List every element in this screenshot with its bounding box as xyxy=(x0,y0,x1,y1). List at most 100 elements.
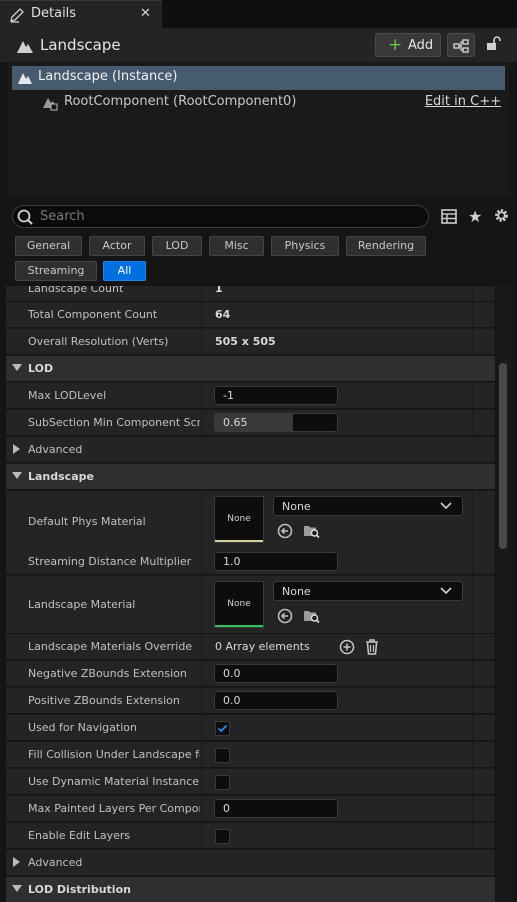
filter-actor[interactable]: Actor xyxy=(89,236,145,256)
table-view-icon[interactable] xyxy=(441,209,457,228)
chevron-down-icon xyxy=(440,586,452,599)
landscape-material-combo[interactable]: None xyxy=(273,581,463,601)
property-name: Used for Navigation xyxy=(28,721,137,734)
hierarchy-icon xyxy=(453,38,469,57)
property-name: Default Phys Material xyxy=(28,515,146,528)
property-name: Positive ZBounds Extension xyxy=(28,694,180,707)
positive-z-input[interactable]: 0.0 xyxy=(214,691,338,710)
landscape-icon xyxy=(17,70,33,89)
property-name: Max Painted Layers Per Compon... xyxy=(28,802,200,815)
expand-arrow-icon xyxy=(12,472,22,479)
category-lod-distribution[interactable]: LOD Distribution xyxy=(6,877,495,902)
slider-value: 0.65 xyxy=(223,416,248,429)
collapsed-arrow-icon xyxy=(13,444,20,454)
scrollbar-thumb[interactable] xyxy=(499,363,507,549)
tab-details[interactable]: Details ✕ xyxy=(0,0,162,28)
tab-title: Details xyxy=(31,6,77,21)
scene-component-icon xyxy=(42,95,58,115)
landscape-advanced-toggle[interactable]: Advanced xyxy=(6,850,495,876)
add-element-icon[interactable] xyxy=(339,639,355,659)
chevron-down-icon xyxy=(440,501,452,514)
filter-misc[interactable]: Misc xyxy=(209,236,264,256)
lock-icon[interactable] xyxy=(484,36,502,56)
property-name: Total Component Count xyxy=(28,308,158,321)
property-row-default-phys-material: Default Phys Material None None xyxy=(6,491,495,555)
trash-icon[interactable] xyxy=(365,639,379,659)
add-label: Add xyxy=(408,38,434,53)
combo-value: None xyxy=(282,500,311,513)
property-name: SubSection Min Component Scre... xyxy=(28,416,200,429)
property-row: Landscape Count 1 xyxy=(6,286,495,302)
max-lod-level-input[interactable]: -1 xyxy=(214,386,338,405)
property-row-enable-edit-layers: Enable Edit Layers xyxy=(6,823,495,849)
subsection-min-slider[interactable]: 0.65 xyxy=(214,413,338,432)
max-painted-layers-input[interactable]: 0 xyxy=(214,799,338,818)
tree-item-root-component[interactable]: RootComponent (RootComponent0) Edit in C… xyxy=(12,90,505,114)
property-row-negative-z: Negative ZBounds Extension 0.0 xyxy=(6,661,495,687)
use-selected-asset-icon[interactable] xyxy=(277,523,293,543)
filter-streaming[interactable]: Streaming xyxy=(15,261,97,281)
category-title: LOD xyxy=(28,362,54,375)
category-landscape[interactable]: Landscape xyxy=(6,464,495,490)
dynamic-material-checkbox[interactable] xyxy=(215,775,230,790)
property-name: Enable Edit Layers xyxy=(28,829,131,842)
property-row-dynamic-material: Use Dynamic Material Instance xyxy=(6,769,495,795)
category-title: LOD Distribution xyxy=(28,883,131,896)
plus-icon: + xyxy=(388,35,403,55)
property-row-overall-resolution: Overall Resolution (Verts) 505 x 505 xyxy=(6,329,495,355)
search-input[interactable] xyxy=(40,206,420,226)
advanced-label: Advanced xyxy=(28,443,83,456)
browse-asset-icon[interactable] xyxy=(303,523,320,543)
negative-z-input[interactable]: 0.0 xyxy=(214,664,338,683)
property-name: Max LODLevel xyxy=(28,389,107,402)
landscape-material-thumbnail[interactable]: None xyxy=(214,581,264,628)
filter-physics[interactable]: Physics xyxy=(271,236,339,256)
fill-collision-checkbox[interactable] xyxy=(215,748,230,763)
filter-lod[interactable]: LOD xyxy=(152,236,202,256)
filter-all[interactable]: All xyxy=(103,261,146,281)
tree-item-label: RootComponent (RootComponent0) xyxy=(64,94,297,109)
add-component-button[interactable]: + Add xyxy=(375,33,441,57)
thumbnail-label: None xyxy=(227,599,251,609)
phys-material-thumbnail[interactable]: None xyxy=(214,496,264,543)
property-value: 1 xyxy=(215,286,223,295)
property-value: 505 x 505 xyxy=(215,335,276,348)
category-lod[interactable]: LOD xyxy=(6,356,495,382)
close-icon[interactable]: ✕ xyxy=(140,6,151,21)
combo-value: None xyxy=(282,585,311,598)
property-row-materials-override: Landscape Materials Override 0 Array ele… xyxy=(6,634,495,660)
property-row-subsection-min: SubSection Min Component Scre... 0.65 xyxy=(6,410,495,436)
property-name: Overall Resolution (Verts) xyxy=(28,335,169,348)
property-name: Landscape Count xyxy=(28,286,124,295)
browse-asset-icon[interactable] xyxy=(303,608,320,628)
streaming-distance-input[interactable]: 1.0 xyxy=(214,552,338,571)
property-name: Landscape Material xyxy=(28,598,136,611)
used-for-navigation-checkbox[interactable] xyxy=(215,721,230,736)
landscape-icon xyxy=(16,38,34,58)
tree-item-landscape-instance[interactable]: Landscape (Instance) xyxy=(12,66,505,90)
category-title: Landscape xyxy=(28,470,94,483)
lod-advanced-toggle[interactable]: Advanced xyxy=(6,437,495,463)
enable-edit-layers-checkbox[interactable] xyxy=(215,829,230,844)
expand-arrow-icon xyxy=(12,364,22,371)
filter-rendering[interactable]: Rendering xyxy=(346,236,426,256)
property-value: 64 xyxy=(215,308,231,321)
advanced-label: Advanced xyxy=(28,856,83,869)
actor-title: Landscape xyxy=(40,36,121,54)
expand-arrow-icon xyxy=(12,885,22,892)
gear-icon[interactable] xyxy=(493,207,510,228)
favorites-star-icon[interactable]: ★ xyxy=(468,207,482,226)
phys-material-combo[interactable]: None xyxy=(273,496,463,516)
use-selected-asset-icon[interactable] xyxy=(277,608,293,628)
filter-general[interactable]: General xyxy=(15,236,82,256)
property-name: Streaming Distance Multiplier xyxy=(28,555,192,568)
edit-in-cpp-link[interactable]: Edit in C++ xyxy=(425,94,501,109)
property-row-positive-z: Positive ZBounds Extension 0.0 xyxy=(6,688,495,714)
thumbnail-label: None xyxy=(227,514,251,524)
property-row-max-painted-layers: Max Painted Layers Per Compon... 0 xyxy=(6,796,495,822)
property-row-max-lod-level: Max LODLevel -1 xyxy=(6,383,495,409)
blueprint-hierarchy-button[interactable] xyxy=(447,33,475,57)
tree-item-label: Landscape (Instance) xyxy=(38,69,178,84)
property-row-total-component-count: Total Component Count 64 xyxy=(6,302,495,328)
property-name: Negative ZBounds Extension xyxy=(28,667,187,680)
